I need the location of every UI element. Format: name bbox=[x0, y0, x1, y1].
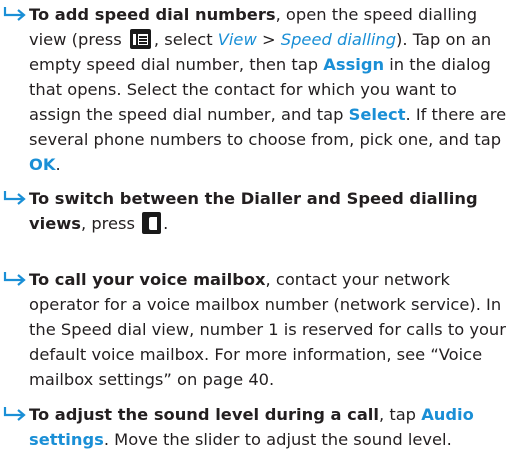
tip-paragraph: To switch between the Dialler and Speed … bbox=[3, 186, 513, 236]
menu-key-icon bbox=[129, 29, 151, 49]
arrow-icon bbox=[3, 6, 27, 22]
tip-lead: To call your voice mailbox bbox=[29, 270, 266, 289]
ok-button-ref: OK bbox=[29, 155, 56, 174]
manual-page: To add speed dial numbers, open the spee… bbox=[0, 0, 517, 459]
arrow-icon bbox=[3, 271, 27, 287]
menu-speed-dialling-link[interactable]: Speed dialling bbox=[281, 30, 396, 49]
tip-paragraph: To add speed dial numbers, open the spee… bbox=[3, 2, 513, 177]
phone-key-icon bbox=[142, 212, 162, 234]
tip-paragraph: To call your voice mailbox, contact your… bbox=[3, 267, 513, 392]
arrow-icon bbox=[3, 406, 27, 422]
menu-view-link[interactable]: View bbox=[218, 30, 257, 49]
tip-lead: To add speed dial numbers bbox=[29, 5, 276, 24]
tip-paragraph: To adjust the sound level during a call,… bbox=[3, 402, 513, 452]
assign-button-ref: Assign bbox=[323, 55, 385, 74]
tip-lead: To adjust the sound level during a call bbox=[29, 405, 379, 424]
tip-switch-views: To switch between the Dialler and Speed … bbox=[3, 186, 513, 236]
tip-speed-dial-add: To add speed dial numbers, open the spee… bbox=[3, 2, 513, 177]
arrow-icon bbox=[3, 190, 27, 206]
tip-voice-mailbox: To call your voice mailbox, contact your… bbox=[3, 267, 513, 392]
select-button-ref: Select bbox=[348, 105, 406, 124]
tip-sound-level: To adjust the sound level during a call,… bbox=[3, 402, 513, 452]
